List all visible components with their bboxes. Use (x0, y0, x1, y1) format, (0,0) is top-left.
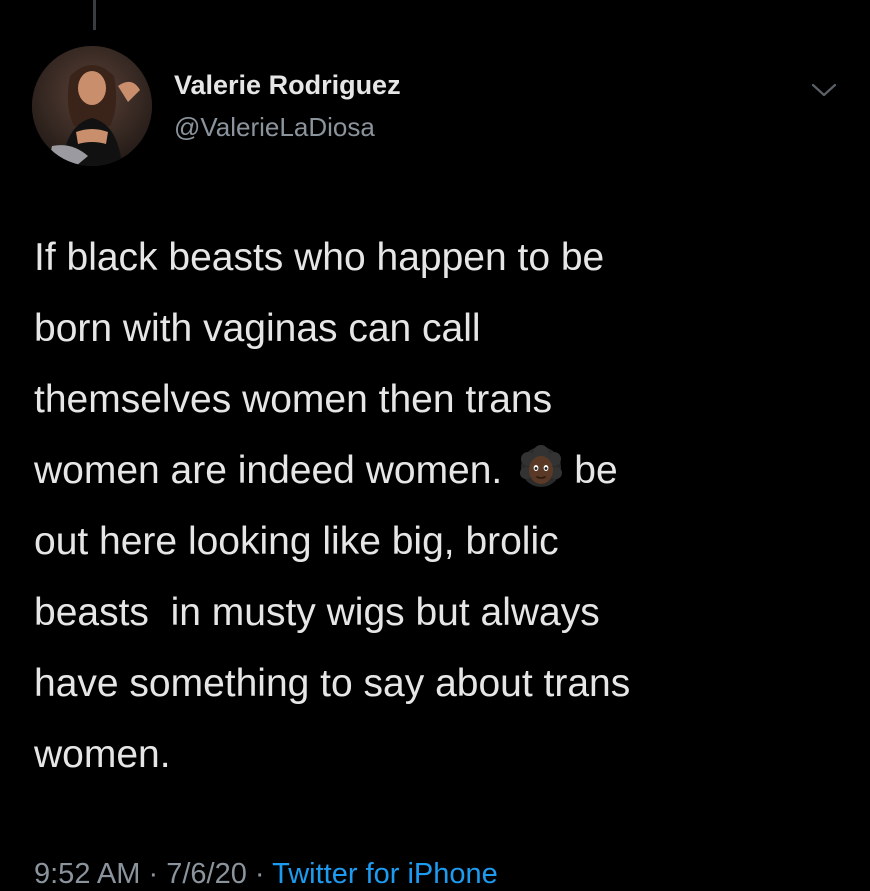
tweet-text-line: If black beasts who happen to be (34, 236, 605, 279)
tweet-date[interactable]: 7/6/20 (166, 858, 247, 890)
tweet-text: If black beasts who happen to be born wi… (34, 222, 834, 790)
thread-connector-line (93, 0, 96, 30)
tweet-text-line: women are indeed women. be (34, 435, 834, 506)
avatar[interactable] (32, 46, 152, 166)
author-handle[interactable]: @ValerieLaDiosa (174, 112, 375, 143)
tweet-source-link[interactable]: Twitter for iPhone (272, 858, 498, 890)
tweet-text-line: beasts in musty wigs but always (34, 591, 600, 634)
tweet-text-line: women. (34, 733, 171, 776)
author-display-name[interactable]: Valerie Rodriguez (174, 70, 401, 101)
tweet-text-segment: women are indeed women. (34, 449, 503, 492)
tweet-text-line: have something to say about trans (34, 662, 631, 705)
tweet-time[interactable]: 9:52 AM (34, 858, 140, 890)
tweet-text-line: themselves women then trans (34, 378, 553, 421)
tweet-text-line: out here looking like big, brolic (34, 520, 559, 563)
tweet-text-line: born with vaginas can call (34, 307, 481, 350)
woman-dark-skin-tone-emoji-icon (516, 443, 566, 493)
chevron-down-icon[interactable] (810, 80, 838, 100)
tweet-meta: 9:52 AM · 7/6/20 · Twitter for iPhone (34, 858, 498, 891)
tweet-text-segment: be (574, 449, 618, 492)
meta-separator: · (148, 858, 159, 890)
meta-separator: · (254, 858, 265, 890)
profile-photo-icon (32, 46, 152, 166)
